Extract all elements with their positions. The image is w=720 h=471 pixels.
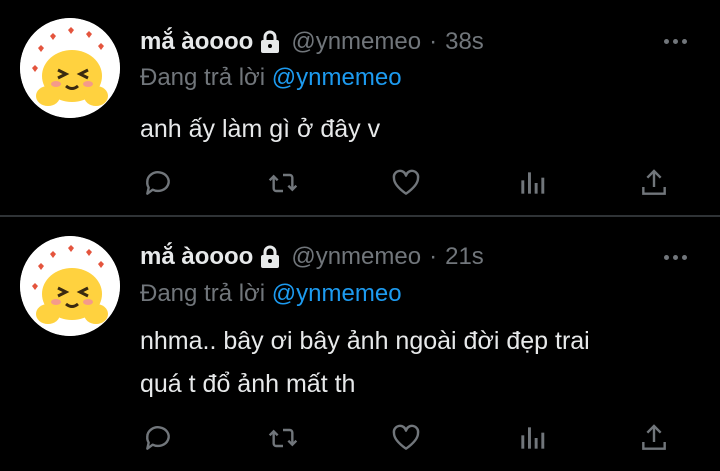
tweet-text-line: quá t đổ ảnh mất th bbox=[140, 370, 356, 398]
tweet-text: nhma.. bây ơi bây ảnh ngoài đời đẹp trai… bbox=[140, 320, 590, 406]
heart-icon[interactable] bbox=[390, 422, 422, 454]
reply-mention[interactable]: @ynmemeo bbox=[272, 280, 402, 307]
replying-to: Đang trả lời @ynmemeo bbox=[140, 280, 402, 308]
retweet-icon[interactable] bbox=[267, 422, 299, 454]
reply-icon[interactable] bbox=[142, 422, 174, 454]
lock-icon bbox=[259, 245, 281, 269]
display-name[interactable]: mắ àoooo bbox=[140, 243, 253, 271]
avatar[interactable] bbox=[20, 236, 120, 336]
user-handle[interactable]: @ynmemeo bbox=[291, 243, 421, 271]
timestamp[interactable]: 21s bbox=[445, 243, 484, 271]
tweet-2[interactable]: mắ àoooo @ynmemeo · 21s Đang trả lời @yn… bbox=[0, 0, 720, 471]
tweet-header: mắ àoooo @ynmemeo · 21s bbox=[140, 243, 484, 271]
separator-dot: · bbox=[429, 243, 438, 270]
tweet-text-line: nhma.. bây ơi bây ảnh ngoài đời đẹp trai bbox=[140, 327, 590, 355]
share-icon[interactable] bbox=[638, 422, 670, 454]
reply-prefix: Đang trả lời bbox=[140, 280, 266, 307]
views-icon[interactable] bbox=[516, 422, 548, 454]
action-bar bbox=[0, 422, 720, 456]
more-icon[interactable] bbox=[664, 249, 694, 265]
